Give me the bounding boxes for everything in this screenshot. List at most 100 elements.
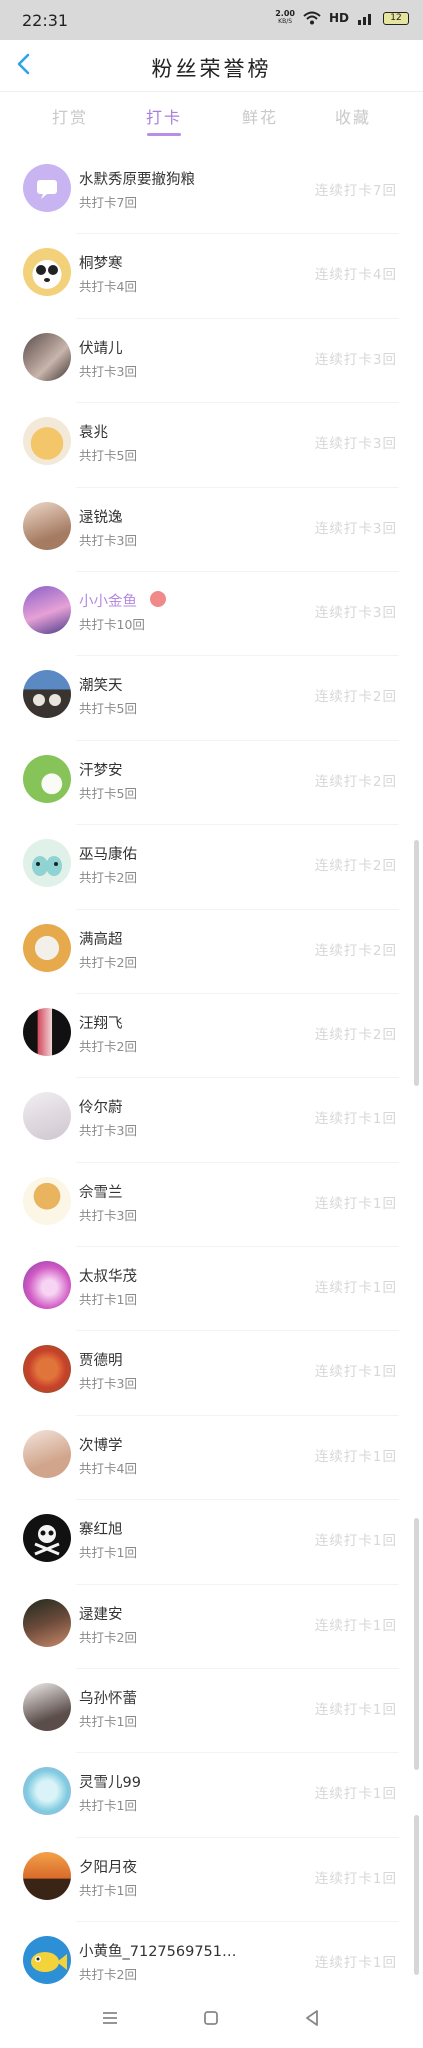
avatar <box>23 754 71 803</box>
total-checkins: 共打卡1回 <box>79 1798 137 1814</box>
user-name: 逯锐逸 <box>79 509 123 526</box>
list-item[interactable]: 潮笑天 共打卡5回 连续打卡2回 <box>0 656 423 742</box>
checkin-streak: 连续打卡3回 <box>314 604 397 621</box>
list-item[interactable]: 伶尔蔚 共打卡3回 连续打卡1回 <box>0 1078 423 1164</box>
checkin-streak: 连续打卡1回 <box>314 1448 397 1465</box>
user-name: 汗梦安 <box>79 762 123 779</box>
checkin-streak: 连续打卡1回 <box>314 1702 397 1719</box>
user-name: 小黄鱼_7127569751… <box>79 1944 237 1961</box>
total-checkins: 共打卡5回 <box>79 701 137 717</box>
total-checkins: 共打卡3回 <box>79 1123 137 1139</box>
list-item[interactable]: 佘雪兰 共打卡3回 连续打卡1回 <box>0 1163 423 1248</box>
total-checkins: 共打卡3回 <box>79 1376 137 1392</box>
total-checkins: 共打卡3回 <box>79 532 137 548</box>
list-item[interactable]: 小小金鱼 共打卡10回 连续打卡3回 <box>0 572 423 657</box>
scrollbar[interactable] <box>414 840 419 1086</box>
scrollbar[interactable] <box>414 1518 419 1770</box>
total-checkins: 共打卡1回 <box>79 1882 137 1898</box>
total-checkins: 共打卡3回 <box>79 363 137 379</box>
battery-icon: 12 <box>383 11 409 25</box>
checkin-streak: 连续打卡1回 <box>314 1195 397 1212</box>
user-name: 伏靖儿 <box>79 340 123 357</box>
total-checkins: 共打卡7回 <box>79 195 137 210</box>
list-item[interactable]: 满高超 共打卡2回 连续打卡2回 <box>0 910 423 995</box>
total-checkins: 共打卡1回 <box>79 1545 137 1561</box>
checkin-streak: 连续打卡1回 <box>314 1786 397 1803</box>
avatar <box>23 417 71 466</box>
menu-icon[interactable] <box>98 2006 122 2030</box>
avatar <box>23 1514 71 1563</box>
checkin-streak: 连续打卡1回 <box>314 1280 397 1297</box>
list-item[interactable]: 汪翔飞 共打卡2回 连续打卡2回 <box>0 994 423 1079</box>
list-item[interactable]: 灵雪儿99 共打卡1回 连续打卡1回 <box>0 1753 423 1839</box>
checkin-streak: 连续打卡1回 <box>314 1955 397 1972</box>
avatar <box>23 1767 71 1816</box>
total-checkins: 共打卡2回 <box>79 870 137 886</box>
checkin-streak: 连续打卡1回 <box>314 1533 397 1550</box>
avatar <box>23 1598 71 1647</box>
list-item[interactable]: 水默秀原要撤狗粮 共打卡7回 连续打卡7回 <box>0 150 423 235</box>
list-item[interactable]: 袁兆 共打卡5回 连续打卡3回 <box>0 403 423 488</box>
avatar <box>23 1345 71 1394</box>
wifi-icon <box>303 11 321 25</box>
fan-list: 水默秀原要撤狗粮 共打卡7回 连续打卡7回 桐梦寒 共打卡4回 连续打卡4回 伏… <box>0 150 423 2007</box>
list-item[interactable]: 桐梦寒 共打卡4回 连续打卡4回 <box>0 234 423 320</box>
user-name: 伶尔蔚 <box>79 1100 123 1117</box>
checkin-streak: 连续打卡2回 <box>314 942 397 959</box>
scrollbar[interactable] <box>414 1815 419 1975</box>
checkin-streak: 连续打卡4回 <box>314 267 397 284</box>
checkin-streak: 连续打卡1回 <box>314 1364 397 1381</box>
checkin-streak: 连续打卡1回 <box>314 1617 397 1634</box>
checkin-streak: 连续打卡1回 <box>314 1870 397 1887</box>
list-item[interactable]: 逯锐逸 共打卡3回 连续打卡3回 <box>0 488 423 573</box>
list-item[interactable]: 逯建安 共打卡2回 连续打卡1回 <box>0 1585 423 1670</box>
avatar <box>23 585 71 634</box>
user-name: 水默秀原要撤狗粮 <box>79 172 195 188</box>
avatar <box>23 332 71 381</box>
tab-favorites[interactable]: 收藏 <box>318 104 388 128</box>
user-name: 太叔华茂 <box>79 1269 137 1286</box>
tab-bar: 打赏 打卡 鲜花 收藏 <box>0 92 423 140</box>
avatar <box>23 1936 71 1985</box>
avatar <box>23 1683 71 1732</box>
user-name: 巫马康佑 <box>79 847 137 864</box>
checkin-streak: 连续打卡3回 <box>314 436 397 453</box>
avatar <box>23 923 71 972</box>
user-name: 灵雪儿99 <box>79 1775 141 1792</box>
list-item[interactable]: 寨红旭 共打卡1回 连续打卡1回 <box>0 1500 423 1586</box>
checkin-streak: 连续打卡7回 <box>314 183 397 199</box>
total-checkins: 共打卡3回 <box>79 1207 137 1223</box>
avatar <box>23 1261 71 1310</box>
user-name: 寨红旭 <box>79 1522 123 1539</box>
page-title: 粉丝荣誉榜 <box>151 57 272 81</box>
total-checkins: 共打卡2回 <box>79 954 137 970</box>
list-item[interactable]: 汗梦安 共打卡5回 连续打卡2回 <box>0 741 423 826</box>
list-item[interactable]: 巫马康佑 共打卡2回 连续打卡2回 <box>0 825 423 910</box>
avatar <box>23 164 71 212</box>
list-item[interactable]: 贾德明 共打卡3回 连续打卡1回 <box>0 1331 423 1417</box>
total-checkins: 共打卡2回 <box>79 1038 137 1054</box>
tab-checkin[interactable]: 打卡 <box>129 104 199 128</box>
user-name: 袁兆 <box>79 425 108 442</box>
list-item[interactable]: 伏靖儿 共打卡3回 连续打卡3回 <box>0 319 423 404</box>
checkin-streak: 连续打卡3回 <box>314 520 397 537</box>
tab-active-indicator <box>147 133 181 136</box>
checkin-streak: 连续打卡2回 <box>314 1026 397 1043</box>
checkin-streak: 连续打卡1回 <box>314 1111 397 1128</box>
status-time: 22:31 <box>22 11 69 30</box>
list-item[interactable]: 乌孙怀蕾 共打卡1回 连续打卡1回 <box>0 1669 423 1754</box>
avatar <box>23 1092 71 1141</box>
tab-tip[interactable]: 打赏 <box>35 104 105 128</box>
user-name: 佘雪兰 <box>79 1184 123 1201</box>
list-item[interactable]: 次博学 共打卡4回 连续打卡1回 <box>0 1416 423 1501</box>
avatar <box>23 248 71 297</box>
checkin-streak: 连续打卡2回 <box>314 689 397 706</box>
home-square-icon[interactable] <box>199 2006 223 2030</box>
tab-flowers[interactable]: 鲜花 <box>225 104 295 128</box>
header: 粉丝荣誉榜 <box>0 40 423 92</box>
list-item[interactable]: 太叔华茂 共打卡1回 连续打卡1回 <box>0 1247 423 1332</box>
user-name: 逯建安 <box>79 1606 123 1623</box>
list-item[interactable]: 夕阳月夜 共打卡1回 连续打卡1回 <box>0 1838 423 1923</box>
status-bar: 22:31 2.00 KB/S HD 12 <box>0 0 423 40</box>
triangle-back-icon[interactable] <box>300 2006 324 2030</box>
